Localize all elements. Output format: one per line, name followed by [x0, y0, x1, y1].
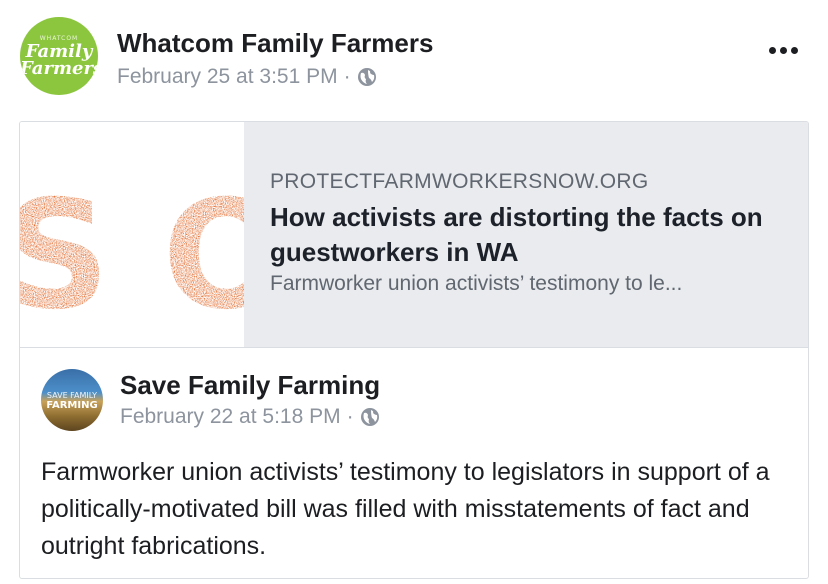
link-preview[interactable]: S ON PROTECTFARMWORKERSNOW.ORG How activ… — [20, 122, 808, 347]
shared-inner-post: SAVE FAMILY FARMING Save Family Farming … — [20, 347, 808, 578]
link-description: Farmworker union activists’ testimony to… — [270, 272, 683, 295]
shared-avatar-text-2: FARMING — [46, 400, 98, 411]
globe-icon[interactable] — [360, 407, 380, 427]
shared-avatar-text-1: SAVE FAMILY — [46, 391, 98, 400]
post-timestamp[interactable]: February 25 at 3:51 PM — [117, 65, 338, 89]
post-header: WHATCOM Family Farmers Whatcom Family Fa… — [0, 0, 828, 110]
more-options-icon — [768, 46, 776, 54]
globe-icon[interactable] — [357, 67, 377, 87]
more-options-icon — [790, 46, 798, 54]
avatar-logo-word-2: Farmers — [20, 58, 98, 79]
meta-separator: · — [343, 65, 351, 88]
page-name-link[interactable]: Whatcom Family Farmers — [117, 28, 433, 59]
stamp-letters: S ON — [20, 169, 244, 343]
link-preview-info[interactable]: PROTECTFARMWORKERSNOW.ORG How activists … — [244, 122, 808, 347]
shared-post-card: S ON PROTECTFARMWORKERSNOW.ORG How activ… — [19, 121, 809, 579]
meta-separator: · — [346, 405, 354, 428]
more-options-button[interactable] — [760, 36, 806, 64]
shared-post-meta: February 22 at 5:18 PM · — [120, 404, 380, 430]
shared-post-timestamp[interactable]: February 22 at 5:18 PM — [120, 405, 341, 429]
shared-page-avatar[interactable]: SAVE FAMILY FARMING — [41, 369, 103, 431]
link-title[interactable]: How activists are distorting the facts o… — [270, 200, 790, 270]
page-avatar[interactable]: WHATCOM Family Farmers — [20, 17, 98, 95]
more-options-icon — [779, 46, 787, 54]
link-preview-image[interactable]: S ON — [20, 122, 244, 347]
shared-page-name-link[interactable]: Save Family Farming — [120, 370, 380, 401]
link-domain: PROTECTFARMWORKERSNOW.ORG — [270, 170, 649, 193]
stamp-graphic: S ON — [20, 169, 244, 343]
shared-post-text: Farmworker union activists’ testimony to… — [41, 458, 770, 560]
post-meta: February 25 at 3:51 PM · — [117, 64, 377, 90]
